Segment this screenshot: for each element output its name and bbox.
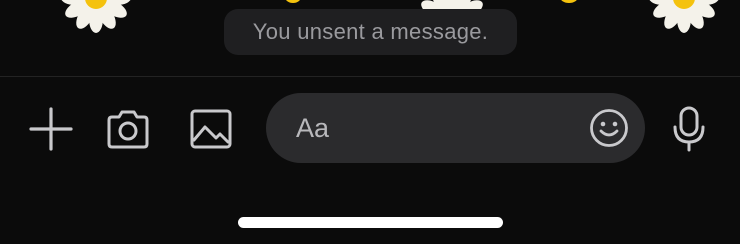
message-input-container: [266, 93, 645, 163]
camera-icon: [107, 110, 149, 149]
unsent-message-text: You unsent a message.: [252, 19, 489, 44]
chat-area: You unsent a message.: [0, 0, 740, 76]
image-icon: [190, 109, 232, 149]
home-indicator[interactable]: [238, 217, 503, 228]
smiley-icon: [590, 109, 628, 147]
microphone-icon: [673, 106, 705, 152]
message-input[interactable]: [296, 93, 586, 163]
daisy-icon: [649, 0, 719, 33]
plus-icon: [29, 107, 73, 151]
message-composer: [0, 77, 740, 244]
voice-message-button[interactable]: [664, 102, 714, 156]
emoji-button[interactable]: [588, 107, 630, 149]
daisy-icon: [61, 0, 131, 33]
add-button[interactable]: [26, 104, 76, 154]
daisy-icon: [561, 0, 577, 3]
gallery-button[interactable]: [186, 104, 236, 154]
unsent-message-notice: You unsent a message.: [224, 9, 517, 55]
camera-button[interactable]: [102, 104, 154, 154]
